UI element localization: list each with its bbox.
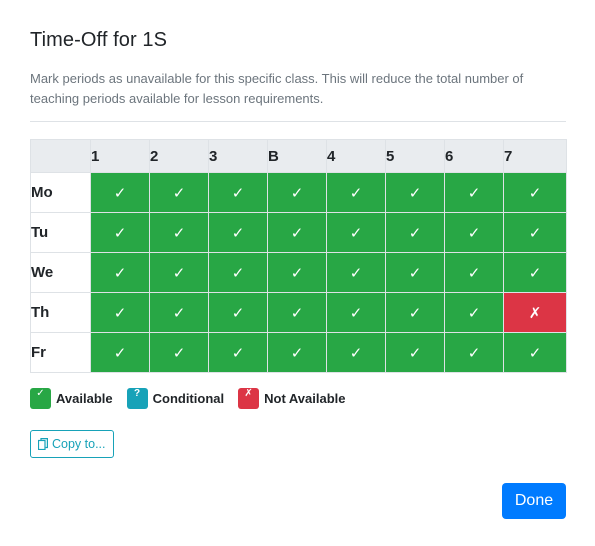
period-cell-available[interactable]: ✓ xyxy=(90,212,150,253)
period-cell-available[interactable]: ✓ xyxy=(90,172,150,213)
period-cell-available[interactable]: ✓ xyxy=(385,332,445,373)
day-label: Tu xyxy=(30,212,91,253)
time-off-modal: Time-Off for 1S Mark periods as unavaila… xyxy=(0,0,595,546)
day-label: Fr xyxy=(30,332,91,373)
period-cell-available[interactable]: ✓ xyxy=(149,252,209,293)
legend: ✓ Available ? Conditional ✗ Not Availabl… xyxy=(30,388,360,409)
grid-corner-cell xyxy=(30,139,91,173)
period-cell-available[interactable]: ✓ xyxy=(444,332,504,373)
period-header: 4 xyxy=(326,139,386,173)
period-cell-available[interactable]: ✓ xyxy=(503,212,567,253)
legend-item-not-available: ✗ Not Available xyxy=(238,388,346,409)
period-cell-available[interactable]: ✓ xyxy=(208,252,268,293)
legend-label-not-available: Not Available xyxy=(264,391,346,406)
period-header: 6 xyxy=(444,139,504,173)
divider xyxy=(30,121,566,122)
legend-item-available: ✓ Available xyxy=(30,388,113,409)
period-header: 3 xyxy=(208,139,268,173)
not-available-swatch-icon: ✗ xyxy=(238,388,260,409)
period-cell-available[interactable]: ✓ xyxy=(90,252,150,293)
period-cell-available[interactable]: ✓ xyxy=(444,212,504,253)
available-swatch-icon: ✓ xyxy=(30,388,51,409)
period-header: 2 xyxy=(149,139,209,173)
period-cell-available[interactable]: ✓ xyxy=(385,292,445,333)
period-cell-available[interactable]: ✓ xyxy=(208,332,268,373)
grid-row-tu: Tu ✓ ✓ ✓ ✓ ✓ ✓ ✓ ✓ xyxy=(30,212,567,253)
grid-body: Mo ✓ ✓ ✓ ✓ ✓ ✓ ✓ ✓ Tu ✓ ✓ ✓ ✓ ✓ ✓ ✓ ✓ We ✓ ✓ ✓ ✓ ✓ ✓ ✓ ✓ Th ✓ ✓ ✓ ✓ ✓ ✓ ✓ ✗… xyxy=(30,172,567,373)
period-cell-available[interactable]: ✓ xyxy=(385,172,445,213)
period-cell-available[interactable]: ✓ xyxy=(503,252,567,293)
period-cell-available[interactable]: ✓ xyxy=(267,172,327,213)
period-cell-available[interactable]: ✓ xyxy=(503,332,567,373)
period-cell-available[interactable]: ✓ xyxy=(149,292,209,333)
period-cell-available[interactable]: ✓ xyxy=(326,292,386,333)
time-off-grid: 123B4567 Mo ✓ ✓ ✓ ✓ ✓ ✓ ✓ ✓ Tu ✓ ✓ ✓ ✓ ✓ ✓ ✓ ✓ We ✓ ✓ ✓ ✓ ✓ ✓ ✓ ✓ T… xyxy=(30,139,567,373)
day-label: Mo xyxy=(30,172,91,213)
period-header: B xyxy=(267,139,327,173)
grid-header-row: 123B4567 xyxy=(30,139,567,173)
period-cell-available[interactable]: ✓ xyxy=(326,252,386,293)
legend-label-available: Available xyxy=(56,391,113,406)
period-cell-available[interactable]: ✓ xyxy=(267,252,327,293)
grid-row-mo: Mo ✓ ✓ ✓ ✓ ✓ ✓ ✓ ✓ xyxy=(30,172,567,213)
period-cell-available[interactable]: ✓ xyxy=(208,292,268,333)
period-cell-available[interactable]: ✓ xyxy=(90,292,150,333)
grid-row-th: Th ✓ ✓ ✓ ✓ ✓ ✓ ✓ ✗ xyxy=(30,292,567,333)
copy-to-button[interactable]: Copy to... xyxy=(30,430,114,458)
period-header: 1 xyxy=(90,139,150,173)
day-label: We xyxy=(30,252,91,293)
copy-icon xyxy=(38,438,48,450)
period-cell-available[interactable]: ✓ xyxy=(444,292,504,333)
legend-label-conditional: Conditional xyxy=(152,391,225,406)
period-cell-available[interactable]: ✓ xyxy=(385,252,445,293)
period-header: 5 xyxy=(385,139,445,173)
period-cell-available[interactable]: ✓ xyxy=(444,252,504,293)
grid-row-fr: Fr ✓ ✓ ✓ ✓ ✓ ✓ ✓ ✓ xyxy=(30,332,567,373)
period-cell-available[interactable]: ✓ xyxy=(208,172,268,213)
period-cell-available[interactable]: ✓ xyxy=(208,212,268,253)
period-cell-available[interactable]: ✓ xyxy=(267,332,327,373)
period-cell-available[interactable]: ✓ xyxy=(267,292,327,333)
copy-to-label: Copy to... xyxy=(52,437,106,451)
period-cell-available[interactable]: ✓ xyxy=(326,172,386,213)
period-cell-available[interactable]: ✓ xyxy=(267,212,327,253)
period-cell-available[interactable]: ✓ xyxy=(149,332,209,373)
period-header: 7 xyxy=(503,139,567,173)
period-cell-available[interactable]: ✓ xyxy=(149,212,209,253)
period-cell-available[interactable]: ✓ xyxy=(149,172,209,213)
day-label: Th xyxy=(30,292,91,333)
modal-title: Time-Off for 1S xyxy=(30,29,168,51)
period-cell-available[interactable]: ✓ xyxy=(326,332,386,373)
modal-description: Mark periods as unavailable for this spe… xyxy=(30,71,524,106)
period-cell-available[interactable]: ✓ xyxy=(503,172,567,213)
period-cell-available[interactable]: ✓ xyxy=(90,332,150,373)
done-button[interactable]: Done xyxy=(502,483,566,519)
grid-row-we: We ✓ ✓ ✓ ✓ ✓ ✓ ✓ ✓ xyxy=(30,252,567,293)
period-cell-unavailable[interactable]: ✗ xyxy=(503,292,567,333)
conditional-swatch-icon: ? xyxy=(126,388,148,409)
period-cell-available[interactable]: ✓ xyxy=(444,172,504,213)
period-cell-available[interactable]: ✓ xyxy=(326,212,386,253)
legend-item-conditional: ? Conditional xyxy=(126,388,225,409)
period-cell-available[interactable]: ✓ xyxy=(385,212,445,253)
